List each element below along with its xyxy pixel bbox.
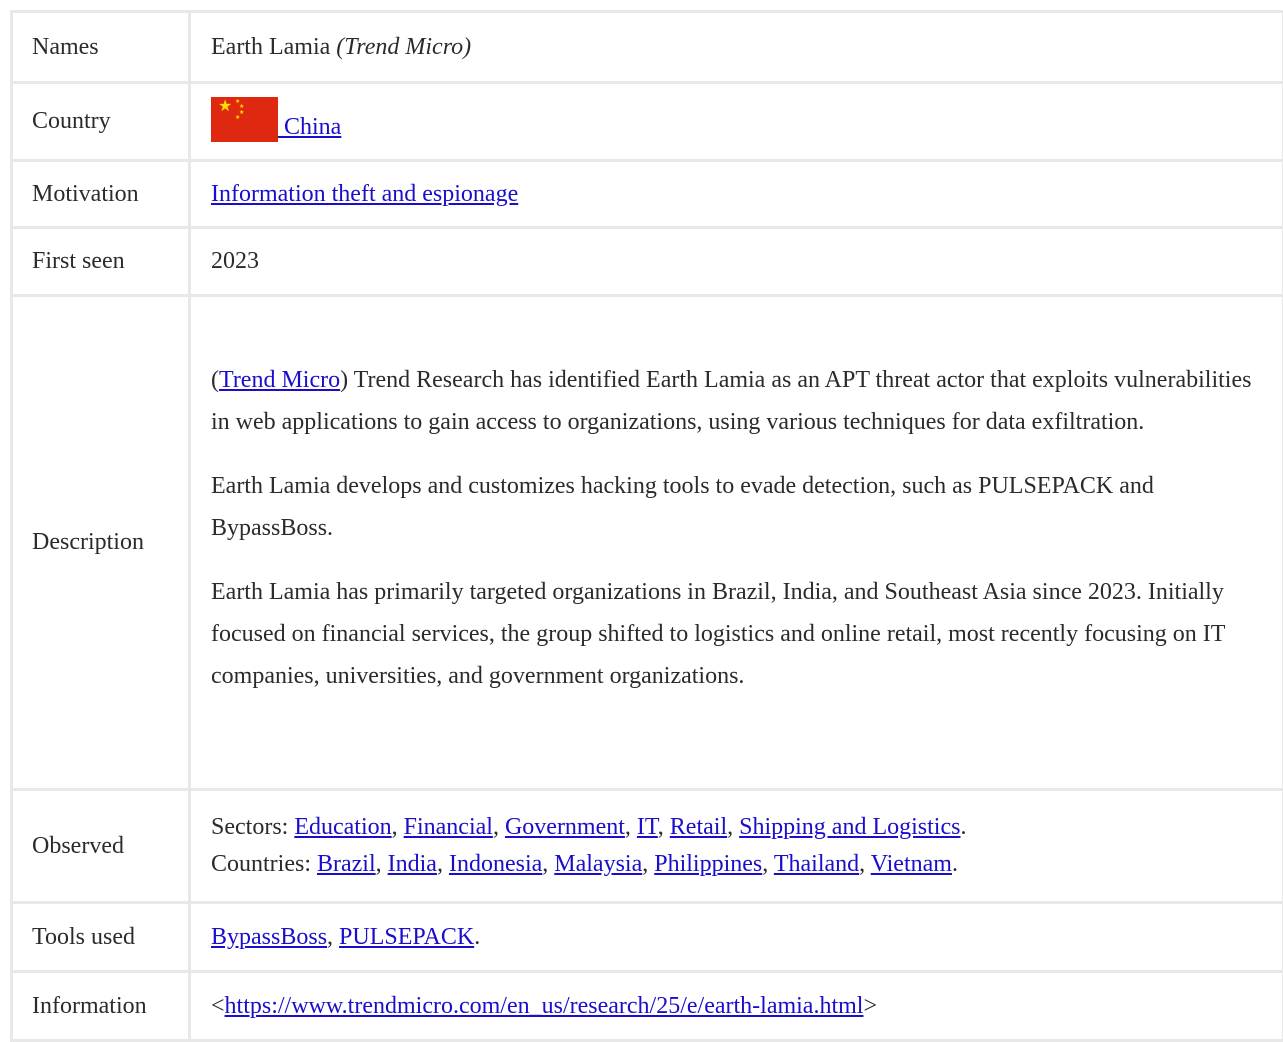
names-value: Earth Lamia (Trend Micro) xyxy=(190,12,1283,83)
description-paragraph-1: (Trend Micro) Trend Research has identif… xyxy=(211,359,1274,443)
threat-actor-table: Names Earth Lamia (Trend Micro) Country … xyxy=(10,10,1283,1042)
description-row: Description (Trend Micro) Trend Research… xyxy=(12,296,1283,790)
tool-separator: , xyxy=(327,924,339,950)
motivation-link[interactable]: Information theft and espionage xyxy=(211,181,518,207)
countries-line: Countries: Brazil, India, Indonesia, Mal… xyxy=(211,846,1274,883)
sector-link-it[interactable]: IT xyxy=(637,814,658,840)
names-source-note: (Trend Micro) xyxy=(336,34,471,60)
information-label: Information xyxy=(12,972,190,1041)
info-close-bracket: > xyxy=(863,993,877,1019)
country-value: ★★★★★ China xyxy=(190,83,1283,161)
sector-link-government[interactable]: Government xyxy=(505,814,625,840)
country-link-indonesia[interactable]: Indonesia xyxy=(449,851,542,877)
country-link-india[interactable]: India xyxy=(388,851,437,877)
trend-micro-source-link[interactable]: Trend Micro xyxy=(219,367,340,393)
country-label: Country xyxy=(12,83,190,161)
info-open-bracket: < xyxy=(211,993,225,1019)
information-link[interactable]: https://www.trendmicro.com/en_us/researc… xyxy=(225,993,864,1019)
country-link-brazil[interactable]: Brazil xyxy=(317,851,376,877)
first-seen-row: First seen 2023 xyxy=(12,228,1283,296)
tools-label: Tools used xyxy=(12,903,190,972)
country-link-philippines[interactable]: Philippines xyxy=(654,851,762,877)
motivation-row: Motivation Information theft and espiona… xyxy=(12,161,1283,228)
sector-separator: , xyxy=(493,814,505,840)
names-row: Names Earth Lamia (Trend Micro) xyxy=(12,12,1283,83)
sector-link-financial[interactable]: Financial xyxy=(404,814,493,840)
source-open-paren: ( xyxy=(211,367,219,393)
countries-list: Brazil, India, Indonesia, Malaysia, Phil… xyxy=(317,851,958,877)
tools-list: BypassBoss, PULSEPACK. xyxy=(211,924,480,950)
country-separator: . xyxy=(952,851,958,877)
tool-separator: . xyxy=(474,924,480,950)
tool-link-pulsepack[interactable]: PULSEPACK xyxy=(339,924,474,950)
country-separator: , xyxy=(376,851,388,877)
sector-link-education[interactable]: Education xyxy=(294,814,391,840)
first-seen-value: 2023 xyxy=(190,228,1283,296)
description-p1-text: ) Trend Research has identified Earth La… xyxy=(211,367,1251,435)
country-link-text: China xyxy=(278,114,341,140)
actor-name: Earth Lamia xyxy=(211,34,330,60)
tools-row: Tools used BypassBoss, PULSEPACK. xyxy=(12,903,1283,972)
names-label: Names xyxy=(12,12,190,83)
description-label: Description xyxy=(12,296,190,790)
first-seen-label: First seen xyxy=(12,228,190,296)
sectors-list: Education, Financial, Government, IT, Re… xyxy=(294,814,966,840)
description-paragraph-2: Earth Lamia develops and customizes hack… xyxy=(211,465,1274,549)
sector-separator: , xyxy=(625,814,637,840)
country-link[interactable]: ★★★★★ China xyxy=(211,114,341,140)
country-row: Country ★★★★★ China xyxy=(12,83,1283,161)
country-separator: , xyxy=(437,851,449,877)
sector-separator: , xyxy=(658,814,670,840)
description-value: (Trend Micro) Trend Research has identif… xyxy=(190,296,1283,790)
china-flag-icon: ★★★★★ xyxy=(211,97,278,142)
sectors-prefix: Sectors: xyxy=(211,814,294,840)
country-link-malaysia[interactable]: Malaysia xyxy=(554,851,642,877)
observed-row: Observed Sectors: Education, Financial, … xyxy=(12,790,1283,903)
observed-value: Sectors: Education, Financial, Governmen… xyxy=(190,790,1283,903)
country-separator: , xyxy=(642,851,654,877)
sector-separator: , xyxy=(727,814,739,840)
observed-label: Observed xyxy=(12,790,190,903)
sector-separator: , xyxy=(392,814,404,840)
country-separator: , xyxy=(542,851,554,877)
tools-value: BypassBoss, PULSEPACK. xyxy=(190,903,1283,972)
information-row: Information <https://www.trendmicro.com/… xyxy=(12,972,1283,1041)
sector-link-shipping-and-logistics[interactable]: Shipping and Logistics xyxy=(739,814,960,840)
sectors-line: Sectors: Education, Financial, Governmen… xyxy=(211,809,1274,846)
tool-link-bypassboss[interactable]: BypassBoss xyxy=(211,924,327,950)
information-value: <https://www.trendmicro.com/en_us/resear… xyxy=(190,972,1283,1041)
country-separator: , xyxy=(859,851,871,877)
description-paragraph-3: Earth Lamia has primarily targeted organ… xyxy=(211,571,1274,697)
country-link-thailand[interactable]: Thailand xyxy=(774,851,859,877)
sector-separator: . xyxy=(960,814,966,840)
motivation-label: Motivation xyxy=(12,161,190,228)
country-separator: , xyxy=(762,851,774,877)
countries-prefix: Countries: xyxy=(211,851,317,877)
sector-link-retail[interactable]: Retail xyxy=(670,814,727,840)
motivation-value: Information theft and espionage xyxy=(190,161,1283,228)
country-link-vietnam[interactable]: Vietnam xyxy=(871,851,952,877)
